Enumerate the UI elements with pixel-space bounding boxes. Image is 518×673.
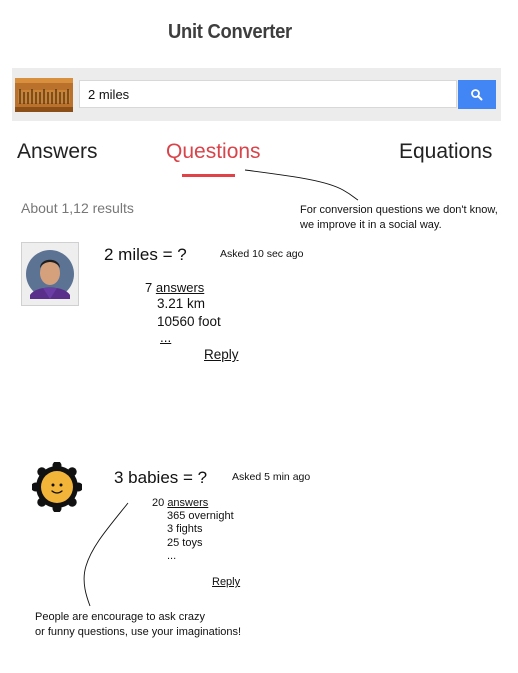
crazy-note-line2: or funny questions, use your imagination…	[35, 626, 242, 638]
more-answers[interactable]: ...	[167, 550, 176, 562]
answers-count: 7 answers	[145, 280, 204, 295]
tab-equations[interactable]: Equations	[399, 140, 492, 164]
conversion-note: For conversion questions we don't know, …	[300, 203, 516, 233]
answers-link[interactable]: answers	[156, 280, 204, 295]
search-icon	[471, 88, 483, 100]
reply-link[interactable]: Reply	[204, 347, 239, 362]
search-button[interactable]	[458, 80, 496, 109]
answer-item: 365 overnight	[167, 510, 234, 522]
answers-link[interactable]: answers	[167, 497, 208, 509]
user-photo-icon	[22, 243, 78, 305]
sun-icon[interactable]	[32, 462, 82, 512]
answers-count: 20 answers	[152, 497, 208, 509]
crazy-note-line1: People are encourage to ask crazy	[35, 611, 205, 623]
question-asked-time: Asked 10 sec ago	[220, 248, 304, 260]
app-title: Unit Converter	[168, 21, 292, 43]
more-answers-link[interactable]: ...	[160, 330, 171, 345]
search-bar	[12, 68, 501, 121]
crazy-note-connector	[83, 502, 129, 607]
tab-answers[interactable]: Answers	[17, 140, 98, 164]
results-count: About 1,12 results	[21, 200, 134, 216]
conversion-note-line2: we improve it in a social way.	[300, 219, 442, 231]
answers-count-number: 20	[152, 497, 165, 509]
ruler-icon	[15, 78, 73, 112]
question-title[interactable]: 2 miles = ?	[104, 245, 187, 265]
conversion-note-line1: For conversion questions we don't know,	[300, 204, 498, 216]
tab-questions[interactable]: Questions	[166, 140, 261, 164]
crazy-questions-note: People are encourage to ask crazy or fun…	[35, 610, 295, 640]
question-asked-time: Asked 5 min ago	[232, 471, 311, 483]
answers-count-number: 7	[145, 280, 153, 295]
answer-item: 25 toys	[167, 537, 203, 549]
reply-link[interactable]: Reply	[212, 576, 240, 588]
answer-item: 3 fights	[167, 523, 203, 535]
question-title[interactable]: 3 babies = ?	[114, 468, 207, 488]
conversion-note-connector	[244, 169, 359, 201]
search-input[interactable]	[79, 80, 457, 108]
active-tab-indicator	[182, 174, 235, 177]
user-avatar[interactable]	[21, 242, 79, 306]
answer-item: 3.21 km	[157, 296, 206, 311]
answer-item: 10560 foot	[157, 314, 221, 329]
